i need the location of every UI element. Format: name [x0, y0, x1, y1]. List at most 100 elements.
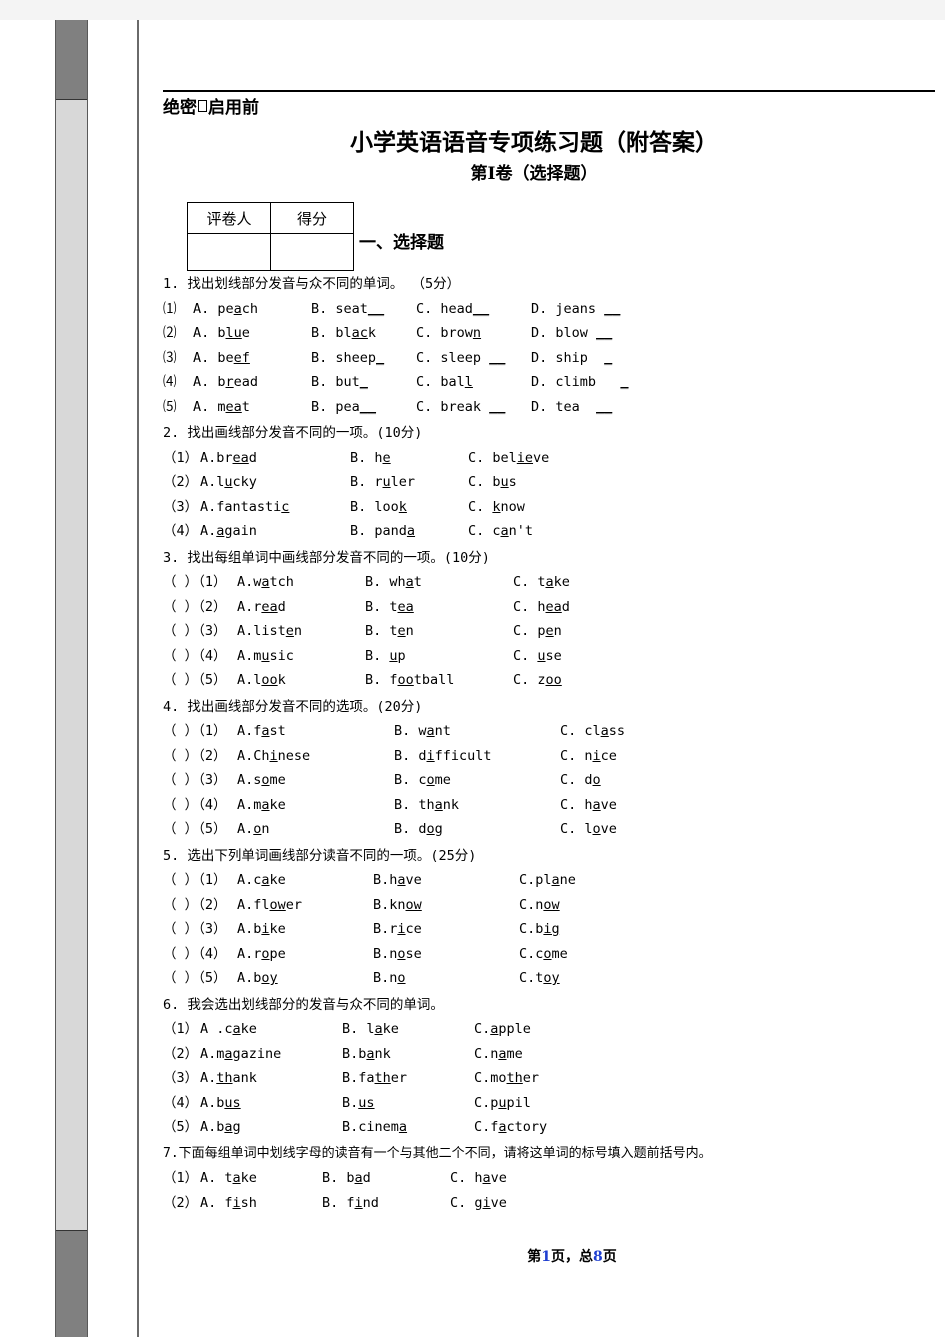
item-number[interactable]: （4）	[163, 1091, 200, 1116]
item-number[interactable]: （ ）（3）	[163, 917, 237, 942]
item-number[interactable]: （3）	[163, 1066, 200, 1091]
vertical-scrollbar[interactable]	[55, 20, 88, 1337]
item-number[interactable]: （ ）（2）	[163, 744, 237, 769]
item-number[interactable]: （3）	[163, 495, 200, 520]
option-choice[interactable]: A.read	[237, 595, 365, 620]
option-choice[interactable]: A.look	[237, 668, 365, 693]
option-choice[interactable]: A.boy	[237, 966, 373, 991]
scrollbar-thumb-top[interactable]	[56, 20, 87, 100]
option-choice[interactable]: C.big	[519, 917, 560, 942]
option-choice[interactable]: B. bad	[322, 1166, 450, 1191]
option-choice[interactable]: A.make	[237, 793, 394, 818]
option-choice[interactable]: A.bus	[200, 1091, 342, 1116]
item-number[interactable]: （ ）（5）	[163, 966, 237, 991]
option-choice[interactable]: A.thank	[200, 1066, 342, 1091]
option-choice[interactable]: B. want	[394, 719, 560, 744]
option-choice[interactable]: C. head__	[416, 297, 531, 322]
option-choice[interactable]: A.music	[237, 644, 365, 669]
item-number[interactable]: （5）	[163, 1115, 200, 1140]
option-choice[interactable]: D. tea __	[531, 395, 612, 420]
option-choice[interactable]: D. climb _	[531, 370, 629, 395]
option-choice[interactable]: C.name	[474, 1042, 523, 1067]
option-choice[interactable]: A.rope	[237, 942, 373, 967]
option-choice[interactable]: C. give	[450, 1191, 507, 1216]
option-choice[interactable]: A.bread	[200, 446, 350, 471]
option-choice[interactable]: B. football	[365, 668, 513, 693]
option-choice[interactable]: A.some	[237, 768, 394, 793]
option-choice[interactable]: C.come	[519, 942, 568, 967]
option-choice[interactable]: B. lake	[342, 1017, 474, 1042]
option-choice[interactable]: B. pea__	[311, 395, 416, 420]
option-choice[interactable]: A.lucky	[200, 470, 350, 495]
option-choice[interactable]: B. he	[350, 446, 468, 471]
option-choice[interactable]: B.nose	[373, 942, 519, 967]
option-choice[interactable]: B. find	[322, 1191, 450, 1216]
option-choice[interactable]: C.plane	[519, 868, 576, 893]
item-number[interactable]: ⑵	[163, 321, 193, 346]
option-choice[interactable]: A.bike	[237, 917, 373, 942]
option-choice[interactable]: A. blue	[193, 321, 311, 346]
option-choice[interactable]: B. sheep_	[311, 346, 416, 371]
option-choice[interactable]: C. can't	[468, 519, 533, 544]
option-choice[interactable]: C. use	[513, 644, 562, 669]
option-choice[interactable]: B.have	[373, 868, 519, 893]
item-number[interactable]: （2）	[163, 470, 200, 495]
option-choice[interactable]: C. class	[560, 719, 625, 744]
option-choice[interactable]: B. thank	[394, 793, 560, 818]
option-choice[interactable]: D. ship _	[531, 346, 612, 371]
item-number[interactable]: （ ）（3）	[163, 619, 237, 644]
option-choice[interactable]: B. black	[311, 321, 416, 346]
option-choice[interactable]: A.fantastic	[200, 495, 350, 520]
option-choice[interactable]: B. what	[365, 570, 513, 595]
option-choice[interactable]: C. zoo	[513, 668, 562, 693]
option-choice[interactable]: A.listen	[237, 619, 365, 644]
item-number[interactable]: （ ）（5）	[163, 668, 237, 693]
option-choice[interactable]: A.flower	[237, 893, 373, 918]
option-choice[interactable]: C. sleep __	[416, 346, 531, 371]
score-table-cell-reviewer[interactable]	[187, 233, 271, 271]
option-choice[interactable]: C.apple	[474, 1017, 531, 1042]
option-choice[interactable]: B. tea	[365, 595, 513, 620]
option-choice[interactable]: B.cinema	[342, 1115, 474, 1140]
item-number[interactable]: （1）	[163, 1017, 200, 1042]
option-choice[interactable]: A.magazine	[200, 1042, 342, 1067]
option-choice[interactable]: C. have	[450, 1166, 507, 1191]
option-choice[interactable]: B.father	[342, 1066, 474, 1091]
item-number[interactable]: （ ）（1）	[163, 868, 237, 893]
item-number[interactable]: （ ）（1）	[163, 719, 237, 744]
option-choice[interactable]: B.know	[373, 893, 519, 918]
item-number[interactable]: （4）	[163, 519, 200, 544]
item-number[interactable]: ⑸	[163, 395, 193, 420]
item-number[interactable]: （ ）（4）	[163, 644, 237, 669]
option-choice[interactable]: C. break __	[416, 395, 531, 420]
item-number[interactable]: （2）	[163, 1191, 200, 1216]
option-choice[interactable]: C. know	[468, 495, 525, 520]
option-choice[interactable]: A. peach	[193, 297, 311, 322]
option-choice[interactable]: C.toy	[519, 966, 560, 991]
option-choice[interactable]: C. head	[513, 595, 570, 620]
item-number[interactable]: （ ）（4）	[163, 793, 237, 818]
option-choice[interactable]: C. ball	[416, 370, 531, 395]
item-number[interactable]: （ ）（2）	[163, 595, 237, 620]
option-choice[interactable]: C. nice	[560, 744, 617, 769]
option-choice[interactable]: C. pen	[513, 619, 562, 644]
option-choice[interactable]: B. come	[394, 768, 560, 793]
option-choice[interactable]: B. look	[350, 495, 468, 520]
option-choice[interactable]: B.rice	[373, 917, 519, 942]
option-choice[interactable]: C. take	[513, 570, 570, 595]
option-choice[interactable]: A.watch	[237, 570, 365, 595]
item-number[interactable]: （1）	[163, 1166, 200, 1191]
option-choice[interactable]: C. bus	[468, 470, 517, 495]
option-choice[interactable]: B.us	[342, 1091, 474, 1116]
option-choice[interactable]: C. have	[560, 793, 617, 818]
option-choice[interactable]: A.cake	[237, 868, 373, 893]
option-choice[interactable]: B. difficult	[394, 744, 560, 769]
option-choice[interactable]: A. take	[200, 1166, 322, 1191]
option-choice[interactable]: A.fast	[237, 719, 394, 744]
option-choice[interactable]: C.pupil	[474, 1091, 531, 1116]
option-choice[interactable]: A. meat	[193, 395, 311, 420]
option-choice[interactable]: D. blow __	[531, 321, 612, 346]
option-choice[interactable]: C. believe	[468, 446, 549, 471]
option-choice[interactable]: B.bank	[342, 1042, 474, 1067]
option-choice[interactable]: C.factory	[474, 1115, 547, 1140]
